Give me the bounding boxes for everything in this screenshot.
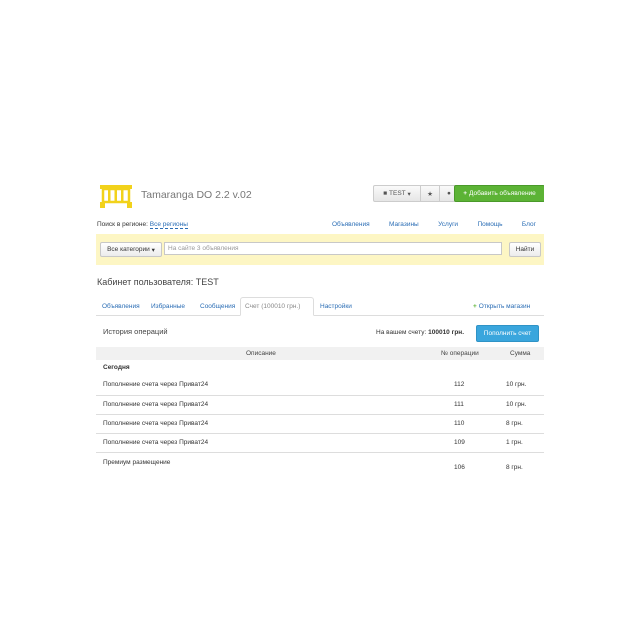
group-label: Сегодня bbox=[103, 364, 130, 371]
balance-value: 100010 грн. bbox=[428, 329, 465, 336]
page: Tamaranga DO 2.2 v.02 ■ TEST ▾ ★ ● + Доба… bbox=[96, 178, 544, 476]
caret-down-icon: ▾ bbox=[407, 190, 411, 198]
nav-shops[interactable]: Магазины bbox=[389, 221, 419, 228]
nav-blog[interactable]: Блог bbox=[522, 221, 536, 228]
history-title: История операций bbox=[103, 327, 168, 336]
row-number: 106 bbox=[454, 464, 465, 471]
category-dropdown[interactable]: Все категории ▾ bbox=[100, 242, 162, 257]
main-nav: Объявления Магазины Услуги Помощь Блог bbox=[332, 221, 536, 228]
row-description: Пополнение счета через Приват24 bbox=[103, 381, 209, 388]
col-amount: Сумма bbox=[510, 350, 531, 357]
region-selector: Поиск в регионе: Все регионы bbox=[97, 221, 188, 229]
nav-services[interactable]: Услуги bbox=[438, 221, 458, 228]
col-description: Описание bbox=[246, 350, 276, 357]
tab-favorites[interactable]: Избранные bbox=[151, 297, 185, 315]
row-number: 111 bbox=[454, 401, 464, 408]
tab-messages[interactable]: Сообщения bbox=[200, 297, 235, 315]
row-amount: 10 грн. bbox=[506, 401, 527, 408]
tab-listings[interactable]: Объявления bbox=[102, 297, 140, 315]
row-number: 109 bbox=[454, 439, 465, 446]
table-row: Премиум размещение 106 8 грн. bbox=[96, 452, 544, 476]
row-description: Пополнение счета через Приват24 bbox=[103, 420, 209, 427]
topup-button[interactable]: Пополнить счет bbox=[476, 325, 539, 342]
region-link[interactable]: Все регионы bbox=[149, 221, 188, 229]
row-number: 112 bbox=[454, 381, 465, 388]
table-row: Пополнение счета через Приват24 112 10 г… bbox=[96, 376, 544, 396]
user-toolbar: ■ TEST ▾ ★ ● bbox=[373, 185, 459, 202]
search-bar: Все категории ▾ На сайте 3 объявления На… bbox=[96, 234, 544, 265]
nav-listings[interactable]: Объявления bbox=[332, 221, 370, 228]
user-label: TEST bbox=[389, 190, 406, 197]
table-row: Пополнение счета через Приват24 111 10 г… bbox=[96, 395, 544, 415]
col-number: № операции bbox=[441, 350, 479, 357]
favorites-button[interactable]: ★ bbox=[421, 186, 440, 201]
row-amount: 1 грн. bbox=[506, 439, 523, 446]
region-label: Поиск в регионе: bbox=[97, 221, 148, 228]
page-title: Кабинет пользователя: TEST bbox=[97, 277, 219, 287]
user-icon: ■ bbox=[383, 190, 388, 197]
open-shop-link[interactable]: + Открыть магазин bbox=[473, 297, 530, 315]
category-label: Все категории bbox=[107, 246, 150, 253]
row-description: Пополнение счета через Приват24 bbox=[103, 401, 209, 408]
add-listing-button[interactable]: + Добавить объявление bbox=[454, 185, 544, 202]
row-description: Премиум размещение bbox=[103, 459, 171, 466]
row-amount: 8 грн. bbox=[506, 420, 523, 427]
row-number: 110 bbox=[454, 420, 465, 427]
add-listing-label: Добавить объявление bbox=[469, 190, 536, 197]
logo-icon[interactable] bbox=[98, 181, 134, 211]
caret-down-icon: ▾ bbox=[151, 246, 155, 254]
row-amount: 8 грн. bbox=[506, 464, 523, 471]
search-input[interactable]: На сайте 3 объявления bbox=[164, 242, 502, 255]
find-button[interactable]: Найти bbox=[509, 242, 541, 257]
balance: На вашем счету: 100010 грн. bbox=[376, 329, 464, 336]
balance-label: На вашем счету: bbox=[376, 329, 427, 336]
open-shop-label: Открыть магазин bbox=[478, 302, 531, 310]
brand-title[interactable]: Tamaranga DO 2.2 v.02 bbox=[141, 189, 252, 201]
account-tabs: Объявления Избранные Сообщения Счет (100… bbox=[96, 297, 544, 316]
row-description: Пополнение счета через Приват24 bbox=[103, 439, 209, 446]
row-amount: 10 грн. bbox=[506, 381, 527, 388]
nav-help[interactable]: Помощь bbox=[477, 221, 502, 228]
plus-icon: + bbox=[463, 190, 467, 197]
plus-icon: + bbox=[473, 302, 477, 310]
user-menu-button[interactable]: ■ TEST ▾ bbox=[374, 186, 421, 201]
chat-icon: ● bbox=[447, 190, 451, 197]
tab-account[interactable]: Счет (100010 грн.) bbox=[240, 297, 314, 316]
table-row: Пополнение счета через Приват24 110 8 гр… bbox=[96, 414, 544, 434]
star-icon: ★ bbox=[427, 190, 433, 198]
tab-settings[interactable]: Настройки bbox=[320, 297, 352, 315]
table-row: Пополнение счета через Приват24 109 1 гр… bbox=[96, 433, 544, 453]
table-header: Описание № операции Сумма bbox=[96, 347, 544, 360]
